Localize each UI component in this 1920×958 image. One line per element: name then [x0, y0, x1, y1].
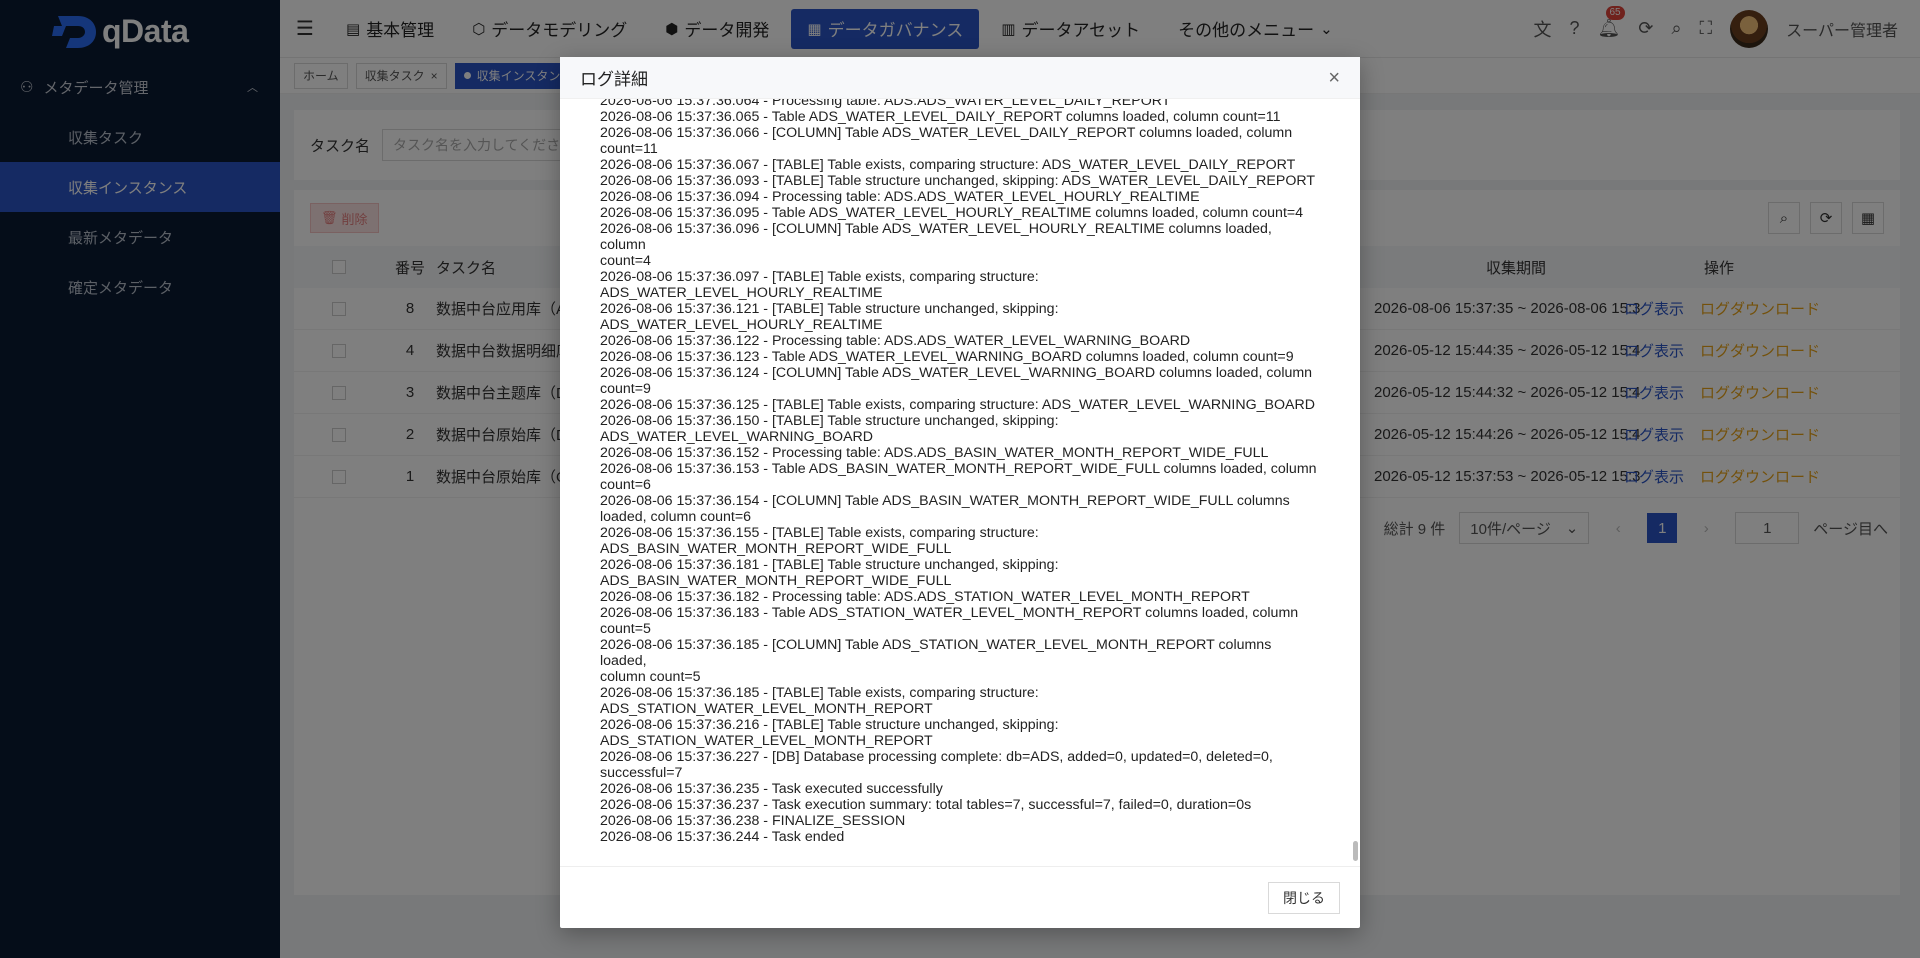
log-line: ADS_WATER_LEVEL_HOURLY_REALTIME [600, 317, 883, 333]
log-line: ADS_STATION_WATER_LEVEL_MONTH_REPORT [600, 733, 933, 749]
log-line: 2026-08-06 15:37:36.094 - Processing tab… [600, 189, 1200, 205]
log-line: 2026-08-06 15:37:36.150 - [TABLE] Table … [600, 413, 1059, 429]
log-line: 2026-08-06 15:37:36.124 - [COLUMN] Table… [600, 365, 1313, 381]
close-icon[interactable]: × [1328, 68, 1340, 88]
log-content[interactable]: ADS_BASIN_WATER_MONTH_REPORT_WIDE_UPDATE… [560, 99, 1360, 865]
log-line: ADS_BASIN_WATER_MONTH_REPORT_WIDE_FULL [600, 541, 952, 557]
log-line: loaded, column count=6 [600, 509, 752, 525]
log-line: 2026-08-06 15:37:36.182 - Processing tab… [600, 589, 1250, 605]
log-line: count=11 [600, 141, 658, 157]
log-line: 2026-08-06 15:37:36.067 - [TABLE] Table … [600, 157, 1296, 173]
log-line: ADS_BASIN_WATER_MONTH_REPORT_WIDE_FULL [600, 573, 952, 589]
scrollbar-thumb[interactable] [1353, 841, 1358, 861]
log-line: 2026-08-06 15:37:36.065 - Table ADS_WATE… [600, 109, 1281, 125]
log-line: 2026-08-06 15:37:36.244 - Task ended [600, 829, 845, 845]
log-line: 2026-08-06 15:37:36.235 - Task executed … [600, 781, 943, 797]
log-line: 2026-08-06 15:37:36.185 - [COLUMN] Table… [600, 637, 1276, 669]
log-line: ADS_STATION_WATER_LEVEL_MONTH_REPORT [600, 701, 933, 717]
log-line: 2026-08-06 15:37:36.066 - [COLUMN] Table… [600, 125, 1293, 141]
log-line: 2026-08-06 15:37:36.064 - Processing tab… [600, 99, 1171, 109]
log-line: count=9 [600, 381, 651, 397]
log-line: column count=5 [600, 669, 701, 685]
modal-title: ログ詳細 [580, 70, 648, 89]
modal-header: ログ詳細 × [560, 57, 1360, 99]
log-line: 2026-08-06 15:37:36.152 - Processing tab… [600, 445, 1269, 461]
log-detail-modal: ログ詳細 × ADS_BASIN_WATER_MONTH_REPORT_WIDE… [560, 57, 1360, 928]
log-line: 2026-08-06 15:37:36.123 - Table ADS_WATE… [600, 349, 1294, 365]
log-text: ADS_BASIN_WATER_MONTH_REPORT_WIDE_UPDATE… [600, 99, 1320, 845]
log-line: 2026-08-06 15:37:36.097 - [TABLE] Table … [600, 269, 1042, 301]
log-line: 2026-08-06 15:37:36.093 - [TABLE] Table … [600, 173, 1316, 189]
log-line: 2026-08-06 15:37:36.154 - [COLUMN] Table… [600, 493, 1290, 509]
log-line: successful=7 [600, 765, 683, 781]
log-line: count=4 [600, 253, 651, 269]
log-line: 2026-08-06 15:37:36.216 - [TABLE] Table … [600, 717, 1059, 733]
log-line: ADS_WATER_LEVEL_WARNING_BOARD [600, 429, 874, 445]
log-line: 2026-08-06 15:37:36.237 - Task execution… [600, 797, 1252, 813]
log-line: 2026-08-06 15:37:36.227 - [DB] Database … [600, 749, 1273, 765]
log-line: 2026-08-06 15:37:36.153 - Table ADS_BASI… [600, 461, 1317, 477]
log-line: 2026-08-06 15:37:36.181 - [TABLE] Table … [600, 557, 1059, 573]
log-line: 2026-08-06 15:37:36.122 - Processing tab… [600, 333, 1191, 349]
log-line: 2026-08-06 15:37:36.183 - Table ADS_STAT… [600, 605, 1299, 621]
log-line: 2026-08-06 15:37:36.121 - [TABLE] Table … [600, 301, 1059, 317]
log-line: count=5 [600, 621, 651, 637]
log-line: 2026-08-06 15:37:36.185 - [TABLE] Table … [600, 685, 1039, 701]
log-line: 2026-08-06 15:37:36.238 - FINALIZE_SESSI… [600, 813, 906, 829]
modal-footer: 閉じる [560, 866, 1360, 928]
log-line: 2026-08-06 15:37:36.095 - Table ADS_WATE… [600, 205, 1304, 221]
log-line: 2026-08-06 15:37:36.125 - [TABLE] Table … [600, 397, 1315, 413]
log-line: 2026-08-06 15:37:36.096 - [COLUMN] Table… [600, 221, 1276, 253]
close-button[interactable]: 閉じる [1268, 881, 1340, 914]
log-line: 2026-08-06 15:37:36.155 - [TABLE] Table … [600, 525, 1039, 541]
log-line: count=6 [600, 477, 651, 493]
